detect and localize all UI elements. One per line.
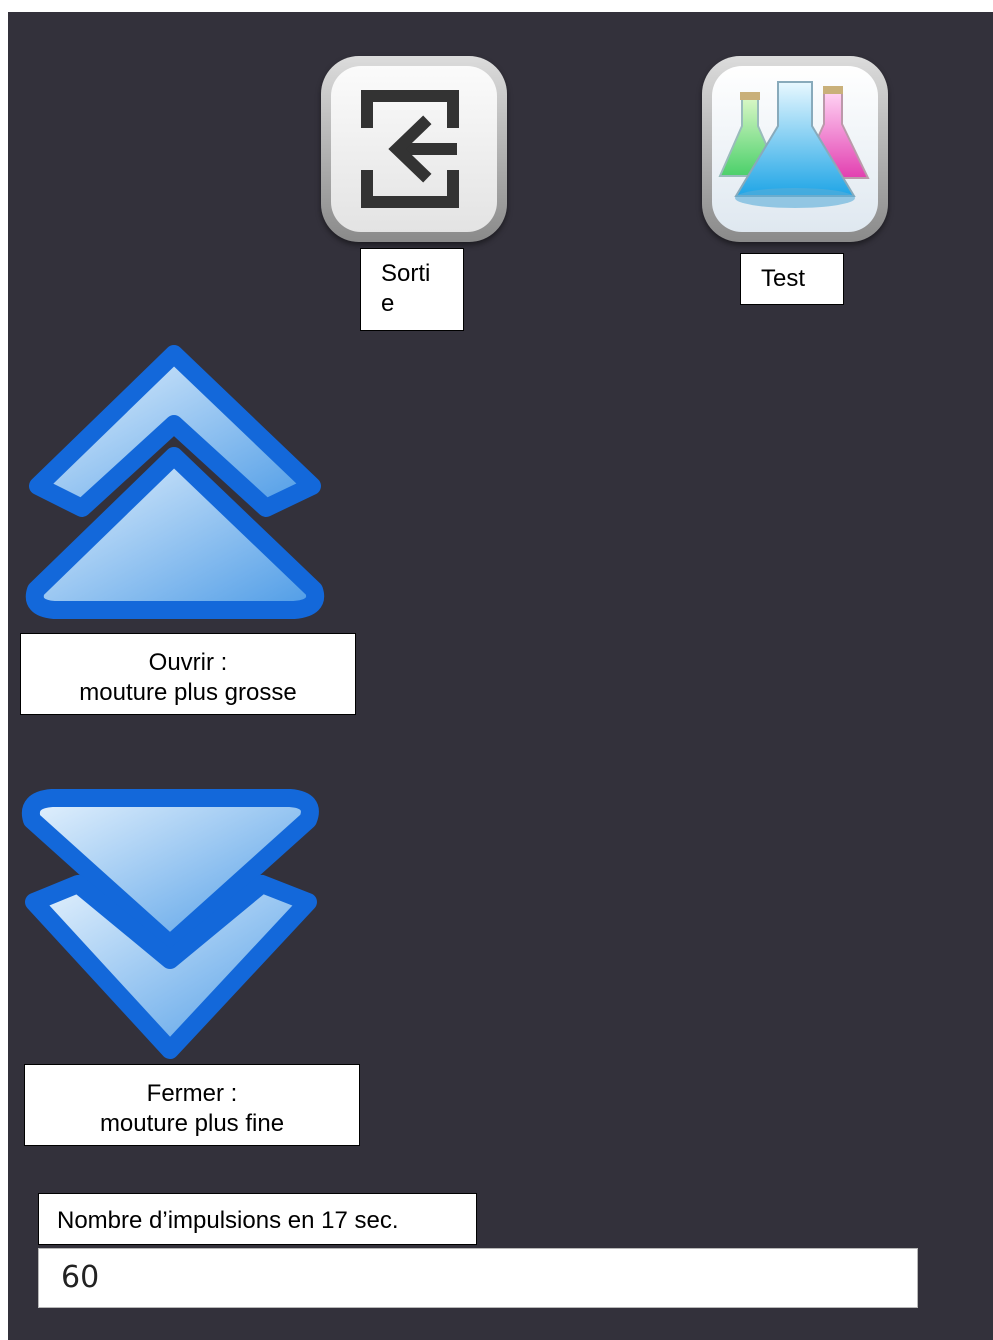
close-button[interactable] (20, 784, 322, 1066)
close-button-label: Fermer : mouture plus fine (24, 1064, 360, 1146)
double-chevron-down-icon (22, 789, 319, 1059)
exit-arrow-icon (331, 66, 497, 232)
double-chevron-up-icon (25, 345, 324, 619)
lab-flasks-icon (712, 66, 878, 232)
open-button[interactable] (24, 340, 326, 632)
open-button-label: Ouvrir : mouture plus grosse (20, 633, 356, 715)
pulses-input[interactable]: 60 (38, 1248, 918, 1308)
test-button-label: Test (740, 253, 844, 305)
exit-button-label: Sorti e (360, 248, 464, 331)
test-button[interactable] (702, 56, 888, 242)
exit-button[interactable] (321, 56, 507, 242)
pulses-label: Nombre d’impulsions en 17 sec. (38, 1193, 477, 1245)
